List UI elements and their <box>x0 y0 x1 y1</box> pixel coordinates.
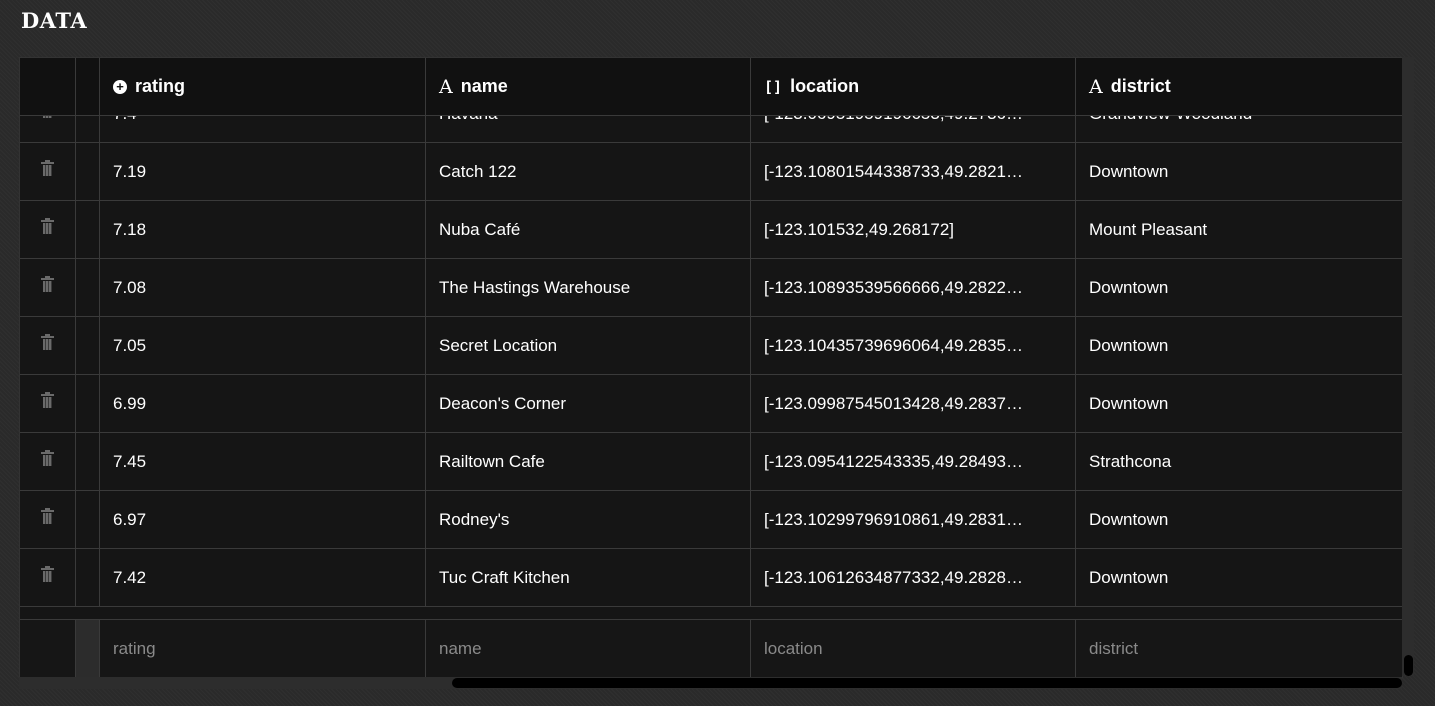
new-row-district-cell <box>1076 620 1402 677</box>
location-cell[interactable]: [-123.10299796910861,49.2831… <box>751 491 1076 548</box>
row-gap-cell <box>76 491 100 548</box>
table-row: 7.19 Catch 122 [-123.10801544338733,49.282… <box>20 143 1402 201</box>
column-header-label: district <box>1110 76 1171 96</box>
rating-cell[interactable]: 7.05 <box>100 317 426 374</box>
column-header-label: location <box>790 76 860 96</box>
delete-row-button[interactable] <box>20 491 76 548</box>
new-row-name-cell <box>426 620 751 677</box>
delete-row-button[interactable] <box>20 433 76 490</box>
rating-cell[interactable]: 6.97 <box>100 491 426 548</box>
trash-icon <box>41 391 54 408</box>
location-cell[interactable]: [-123.10435739696064,49.2835… <box>751 317 1076 374</box>
location-cell[interactable]: [-123.0954122543335,49.28493… <box>751 433 1076 490</box>
rating-cell[interactable]: 7.42 <box>100 549 426 606</box>
rating-cell[interactable]: 7.18 <box>100 201 426 258</box>
text-type-icon: A <box>439 75 453 98</box>
new-row <box>20 619 1402 677</box>
new-district-input[interactable] <box>1089 638 1402 659</box>
row-gap-cell <box>76 375 100 432</box>
delete-row-button[interactable] <box>20 143 76 200</box>
row-gap-cell <box>76 259 100 316</box>
district-cell[interactable]: Downtown <box>1076 549 1402 606</box>
delete-row-button[interactable] <box>20 375 76 432</box>
row-gap-cell <box>76 143 100 200</box>
column-header-name[interactable]: A name <box>426 58 751 115</box>
name-cell[interactable]: The Hastings Warehouse <box>426 259 751 316</box>
table-row: 6.97 Rodney's [-123.10299796910861,49.2831… <box>20 491 1402 549</box>
row-gap-cell <box>76 201 100 258</box>
vertical-scrollbar[interactable] <box>1402 57 1414 676</box>
grid-header: + rating A name [] location A district <box>20 58 1402 116</box>
trash-icon <box>41 275 54 292</box>
new-row-delete-column <box>20 620 76 677</box>
district-cell[interactable]: Downtown <box>1076 143 1402 200</box>
table-row: 6.99 Deacon's Corner [-123.09987545013428,… <box>20 375 1402 433</box>
row-gap-cell <box>76 433 100 490</box>
name-cell[interactable]: Rodney's <box>426 491 751 548</box>
rating-cell[interactable]: 7.19 <box>100 143 426 200</box>
row-gap-cell <box>76 549 100 606</box>
location-cell[interactable]: [-123.10801544338733,49.2821… <box>751 143 1076 200</box>
new-location-input[interactable] <box>764 638 1075 659</box>
district-cell[interactable]: Strathcona <box>1076 433 1402 490</box>
rating-cell[interactable]: 7.45 <box>100 433 426 490</box>
grid-body: 7.4Havana[-123.06951959196653,49.2736…Gr… <box>20 85 1402 607</box>
table-row: 7.05 Secret Location [-123.10435739696064,… <box>20 317 1402 375</box>
location-cell[interactable]: [-123.101532,49.268172] <box>751 201 1076 258</box>
name-cell[interactable]: Deacon's Corner <box>426 375 751 432</box>
trash-icon <box>41 217 54 234</box>
header-gap-column <box>76 58 100 115</box>
trash-icon <box>41 565 54 582</box>
name-cell[interactable]: Tuc Craft Kitchen <box>426 549 751 606</box>
delete-row-button[interactable] <box>20 201 76 258</box>
trash-icon <box>41 449 54 466</box>
table-row: 7.08 The Hastings Warehouse [-123.10893539… <box>20 259 1402 317</box>
name-cell[interactable]: Railtown Cafe <box>426 433 751 490</box>
table-row: 7.42 Tuc Craft Kitchen [-123.1061263487733… <box>20 549 1402 607</box>
location-cell[interactable]: [-123.10893539566666,49.2822… <box>751 259 1076 316</box>
column-header-district[interactable]: A district <box>1076 58 1402 115</box>
trash-icon <box>41 159 54 176</box>
new-row-location-cell <box>751 620 1076 677</box>
rating-cell[interactable]: 7.08 <box>100 259 426 316</box>
district-cell[interactable]: Downtown <box>1076 317 1402 374</box>
district-cell[interactable]: Downtown <box>1076 259 1402 316</box>
vertical-scrollbar-thumb[interactable] <box>1404 655 1413 676</box>
text-type-icon: A <box>1089 75 1103 98</box>
new-rating-input[interactable] <box>113 638 425 659</box>
trash-icon <box>41 507 54 524</box>
plus-circle-icon: + <box>113 79 127 94</box>
new-name-input[interactable] <box>439 638 750 659</box>
new-row-rating-cell <box>100 620 426 677</box>
column-header-location[interactable]: [] location <box>751 58 1076 115</box>
name-cell[interactable]: Nuba Café <box>426 201 751 258</box>
location-cell[interactable]: [-123.09987545013428,49.2837… <box>751 375 1076 432</box>
new-row-gap-column <box>76 620 100 677</box>
location-cell[interactable]: [-123.10612634877332,49.2828… <box>751 549 1076 606</box>
array-type-icon: [] <box>764 77 783 96</box>
name-cell[interactable]: Catch 122 <box>426 143 751 200</box>
delete-row-button[interactable] <box>20 549 76 606</box>
header-delete-column <box>20 58 76 115</box>
table-row: 7.18 Nuba Café [-123.101532,49.268172] Moun… <box>20 201 1402 259</box>
rating-cell[interactable]: 6.99 <box>100 375 426 432</box>
district-cell[interactable]: Downtown <box>1076 491 1402 548</box>
district-cell[interactable]: Mount Pleasant <box>1076 201 1402 258</box>
column-header-label: name <box>460 76 508 96</box>
horizontal-scrollbar-thumb[interactable] <box>452 678 1402 688</box>
row-gap-cell <box>76 317 100 374</box>
data-grid: 7.4Havana[-123.06951959196653,49.2736…Gr… <box>19 57 1403 678</box>
delete-row-button[interactable] <box>20 259 76 316</box>
column-header-rating[interactable]: + rating <box>100 58 426 115</box>
name-cell[interactable]: Secret Location <box>426 317 751 374</box>
delete-row-button[interactable] <box>20 317 76 374</box>
column-header-label: rating <box>135 76 186 96</box>
trash-icon <box>41 333 54 350</box>
district-cell[interactable]: Downtown <box>1076 375 1402 432</box>
panel-title: DATA <box>21 8 88 33</box>
table-row: 7.45 Railtown Cafe [-123.0954122543335,49.… <box>20 433 1402 491</box>
